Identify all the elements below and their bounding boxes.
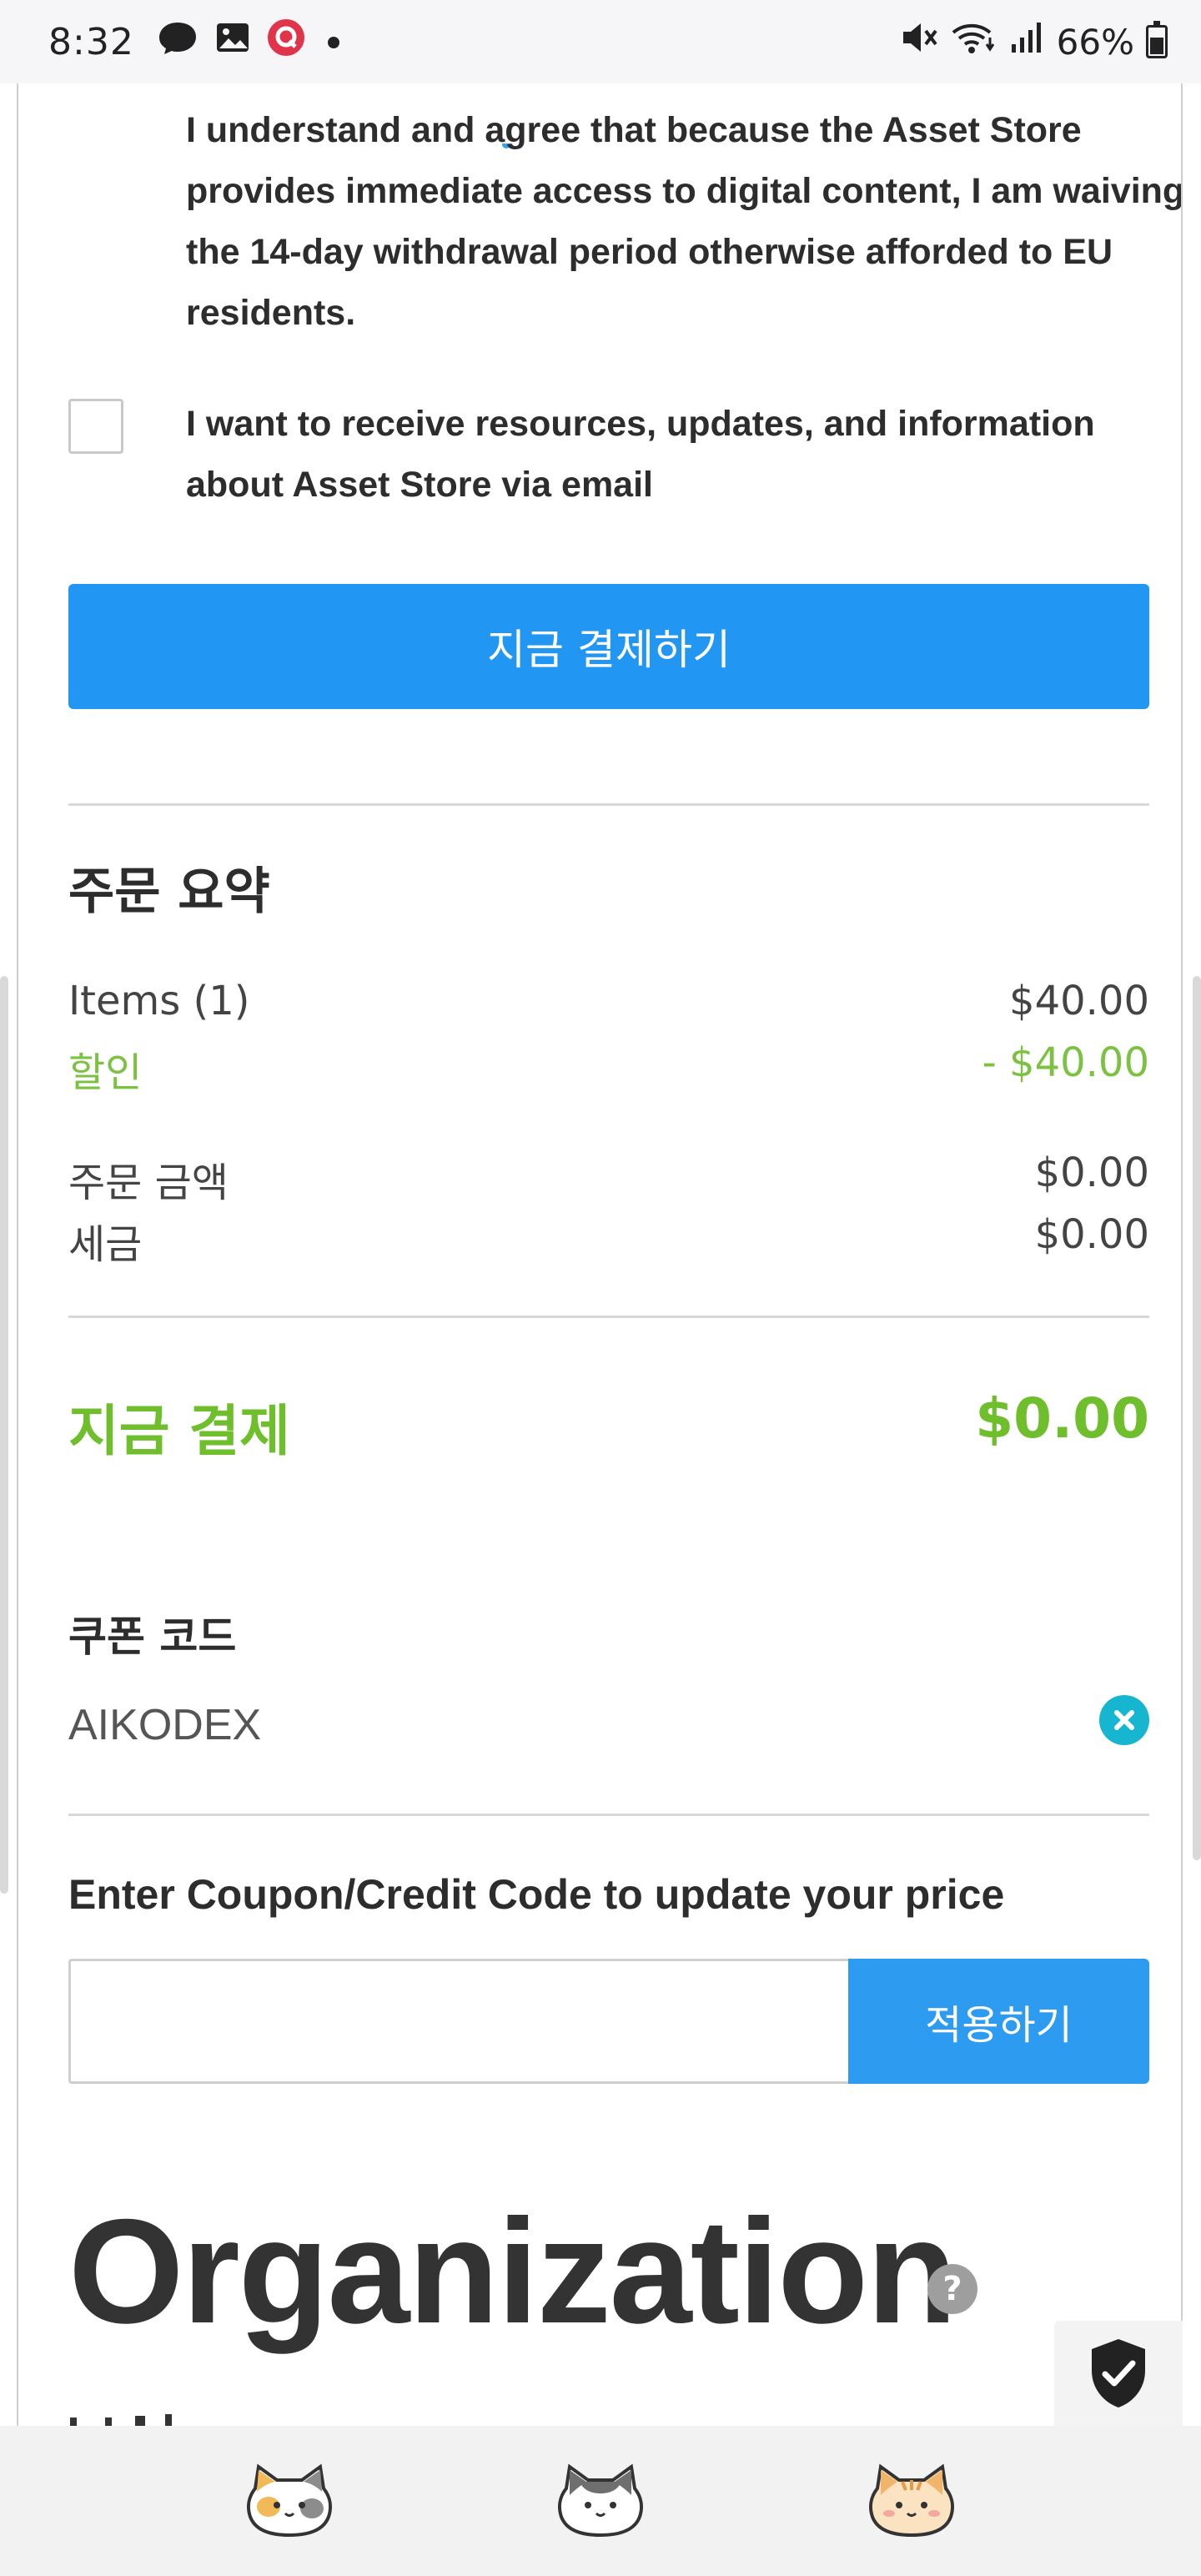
bottom-navigation bbox=[0, 2426, 1201, 2576]
coupon-code-input[interactable] bbox=[68, 1959, 848, 2084]
pay-now-button[interactable]: 지금 결제하기 bbox=[68, 584, 1149, 709]
divider bbox=[68, 1316, 1149, 1318]
order-amount-value: $0.00 bbox=[1034, 1150, 1149, 1196]
order-amount-label: 주문 금액 bbox=[68, 1160, 229, 1206]
divider bbox=[68, 803, 1149, 806]
clipped-content-below bbox=[68, 2411, 235, 2426]
withdrawal-waiver-text: I understand and agree that because the … bbox=[186, 110, 1183, 333]
mute-icon bbox=[900, 19, 938, 64]
total-label: 지금 결제 bbox=[68, 1399, 290, 1463]
dot-icon bbox=[321, 19, 346, 64]
battery-icon bbox=[1146, 21, 1168, 58]
organization-heading: Organization bbox=[68, 2188, 957, 2354]
orange-cat-icon[interactable] bbox=[866, 2463, 957, 2538]
status-right: 66% bbox=[900, 19, 1168, 64]
calico-cat-icon[interactable] bbox=[244, 2463, 335, 2538]
scrollbar-right[interactable] bbox=[1193, 976, 1201, 1860]
battery-percent: 66% bbox=[1056, 21, 1134, 63]
total-row: 지금 결제 $0.00 bbox=[68, 1386, 1149, 1467]
tax-row: 세금 $0.00 bbox=[68, 1211, 1149, 1270]
app-notification-icon bbox=[266, 18, 306, 67]
discount-value: - $40.00 bbox=[982, 1039, 1149, 1086]
email-opt-in-label[interactable]: I want to receive resources, updates, an… bbox=[186, 394, 1145, 516]
gray-cat-icon[interactable] bbox=[555, 2463, 646, 2538]
discount-row: 할인 - $40.00 bbox=[68, 1039, 1149, 1098]
gallery-icon bbox=[214, 19, 251, 65]
email-opt-in-checkbox[interactable] bbox=[68, 399, 123, 454]
tax-value: $0.00 bbox=[1034, 1211, 1149, 1258]
items-value: $40.00 bbox=[1009, 978, 1149, 1024]
scrollbar-left bbox=[0, 976, 8, 1894]
divider bbox=[68, 1814, 1149, 1816]
order-amount-row: 주문 금액 $0.00 bbox=[68, 1150, 1149, 1208]
status-time: 8:32 bbox=[48, 20, 134, 63]
order-summary-title: 주문 요약 bbox=[68, 863, 270, 921]
discount-label: 할인 bbox=[68, 1049, 143, 1096]
status-bar: 8:32 66% bbox=[0, 0, 1201, 83]
status-left: 8:32 bbox=[48, 18, 346, 67]
items-row: Items (1) $40.00 bbox=[68, 978, 1149, 1024]
help-icon[interactable]: ? bbox=[927, 2264, 977, 2314]
tax-label: 세금 bbox=[68, 1221, 143, 1268]
security-widget[interactable] bbox=[1054, 2321, 1183, 2429]
apply-coupon-button[interactable]: 적용하기 bbox=[848, 1959, 1149, 2084]
wifi-icon bbox=[950, 19, 997, 64]
webpage-frame: I understand and agree that because the … bbox=[17, 83, 1183, 2426]
shield-check-icon bbox=[1085, 2336, 1152, 2415]
remove-coupon-icon[interactable] bbox=[1099, 1695, 1149, 1745]
items-label: Items (1) bbox=[68, 978, 250, 1024]
applied-coupon-code: AIKODEX bbox=[68, 1701, 262, 1749]
coupon-prompt: Enter Coupon/Credit Code to update your … bbox=[68, 1871, 1005, 1918]
signal-icon bbox=[1008, 19, 1045, 64]
messenger-icon bbox=[156, 19, 199, 65]
total-value: $0.00 bbox=[975, 1386, 1149, 1451]
coupon-code-title: 쿠폰 코드 bbox=[68, 1613, 237, 1661]
